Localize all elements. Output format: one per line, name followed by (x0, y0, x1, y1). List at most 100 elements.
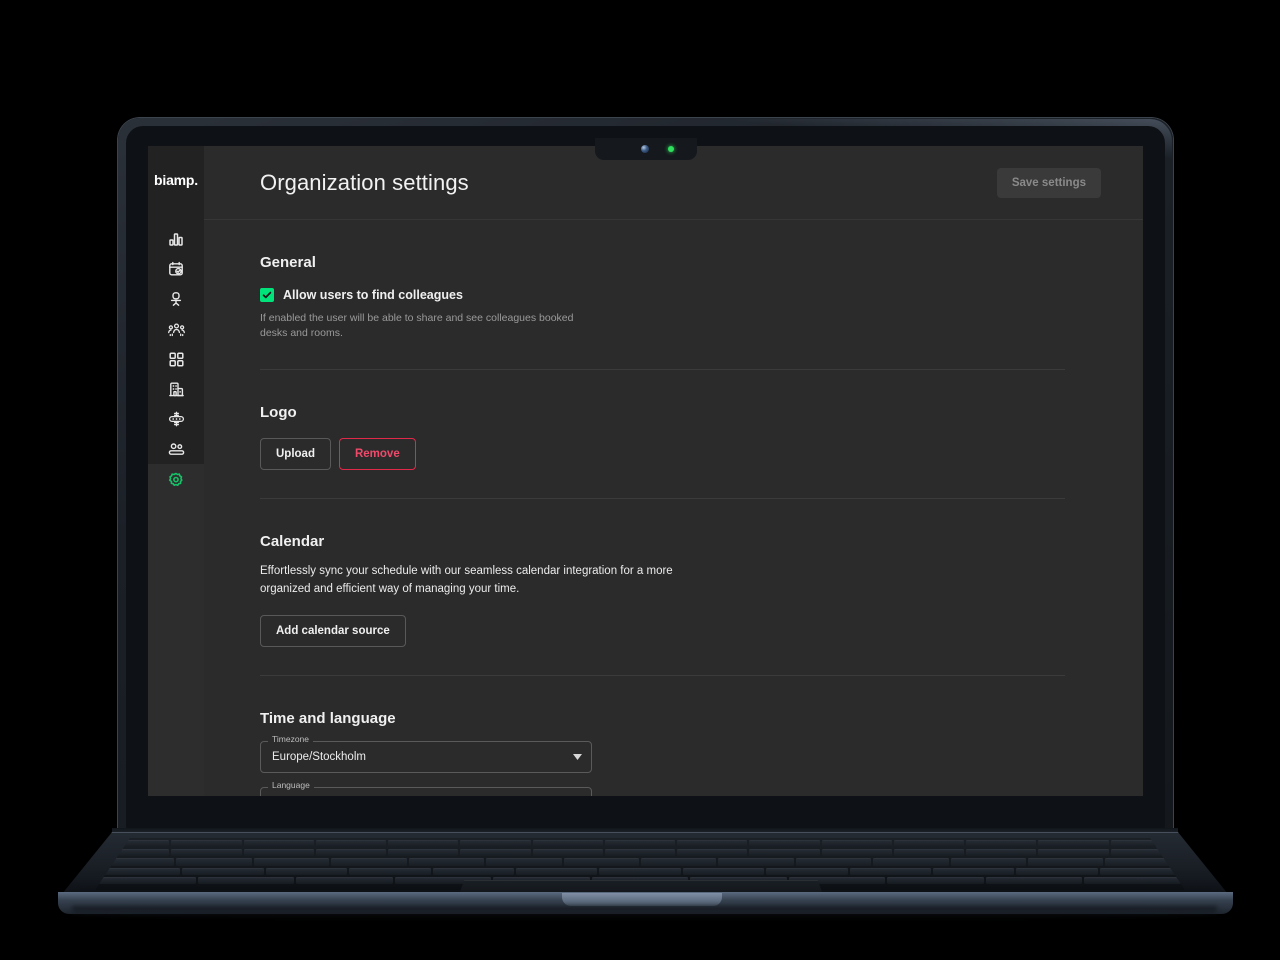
keyboard-key (388, 840, 459, 848)
sidebar-item-devices[interactable] (148, 404, 204, 434)
keyboard-key (315, 840, 387, 848)
keyboard-key (749, 849, 820, 857)
keyboard-key (887, 876, 984, 885)
language-label: Language (268, 781, 314, 790)
sidebar-item-settings[interactable] (148, 464, 204, 496)
calendar-check-icon (168, 261, 184, 277)
save-settings-button[interactable]: Save settings (996, 167, 1101, 198)
keyboard-key (243, 849, 314, 857)
keyboard-key (849, 867, 931, 875)
keyboard-key (766, 867, 848, 875)
device-panel-icon (168, 411, 185, 427)
users-icon (168, 442, 185, 457)
keyboard-key (265, 867, 348, 875)
add-calendar-source-button[interactable]: Add calendar source (260, 615, 406, 648)
grid-squares-icon (168, 351, 184, 367)
sidebar: biamp. (148, 146, 204, 796)
keyboard-key (408, 858, 485, 866)
logo-button-row: Upload Remove (260, 438, 1101, 471)
timezone-select[interactable]: Timezone Europe/Stockholm (260, 735, 592, 774)
keyboard-key (873, 858, 949, 866)
keyboard-key (486, 858, 562, 866)
keyboard-key (950, 858, 1027, 866)
laptop-screen: biamp. Organization settings Save settin… (148, 146, 1143, 796)
section-calendar: Calendar Effortlessly sync your schedule… (260, 499, 1101, 677)
keyboard-key (1038, 840, 1109, 848)
chevron-down-icon[interactable] (573, 741, 582, 773)
keyboard-key (604, 840, 676, 848)
screenshot-stage: biamp. Organization settings Save settin… (0, 0, 1280, 960)
keyboard-key (1084, 876, 1182, 885)
app-window: biamp. Organization settings Save settin… (148, 146, 1143, 796)
keyboard-key (1028, 858, 1104, 866)
sidebar-item-desks[interactable] (148, 284, 204, 314)
page-title: Organization settings (260, 169, 469, 195)
sidebar-item-users[interactable] (148, 434, 204, 464)
keyboard-key (893, 840, 965, 848)
timezone-label: Timezone (268, 735, 314, 744)
sidebar-nav (148, 224, 204, 496)
keyboard-key (604, 849, 676, 857)
bar-chart-icon (168, 231, 184, 247)
laptop-mockup: biamp. Organization settings Save settin… (0, 0, 1280, 960)
sidebar-item-buildings[interactable] (148, 374, 204, 404)
building-icon (168, 382, 184, 397)
keyboard-key (749, 840, 820, 848)
keyboard-key (821, 849, 892, 857)
keyboard-key (532, 840, 603, 848)
keyboard-key (243, 840, 314, 848)
keyboard-key (99, 876, 196, 885)
keyboard-key (985, 876, 1083, 885)
laptop-shadow (72, 906, 1217, 920)
sidebar-item-analytics[interactable] (148, 224, 204, 254)
keyboard-key (682, 867, 765, 875)
keyboard-key (182, 867, 264, 875)
allow-find-colleagues-checkbox[interactable] (260, 288, 274, 302)
section-time-language: Time and language Timezone Europe/Stockh… (260, 676, 1101, 796)
section-title-general: General (260, 254, 316, 271)
keyboard-key (349, 867, 431, 875)
brand-logo: biamp. (154, 172, 198, 188)
people-group-icon (167, 321, 185, 337)
keyboard-key (932, 867, 1015, 875)
camera-lens-icon (641, 145, 649, 153)
keyboard-row (99, 849, 1181, 857)
upload-logo-button[interactable]: Upload (260, 438, 331, 471)
keyboard-key (795, 858, 872, 866)
keyboard-key (1016, 867, 1098, 875)
keyboard-key (532, 849, 603, 857)
keyboard-key (640, 858, 717, 866)
keyboard-key (718, 858, 794, 866)
keyboard-key (171, 849, 242, 857)
section-logo: Logo Upload Remove (260, 370, 1101, 500)
keyboard-row (99, 867, 1182, 875)
chevron-down-icon[interactable] (573, 787, 582, 796)
sidebar-item-apps[interactable] (148, 344, 204, 374)
keyboard-key (176, 858, 252, 866)
keyboard-key (966, 849, 1037, 857)
keyboard-key (432, 867, 514, 875)
keyboard-key (599, 867, 681, 875)
check-icon (262, 291, 272, 299)
sidebar-item-bookings[interactable] (148, 254, 204, 284)
language-select[interactable]: Language English (260, 781, 592, 796)
keyboard-key (1099, 867, 1182, 875)
keyboard-key (388, 849, 459, 857)
keyboard-row (99, 858, 1181, 866)
keyboard-key (296, 876, 393, 885)
sidebar-item-spaces[interactable] (148, 314, 204, 344)
section-title-calendar: Calendar (260, 533, 325, 551)
keyboard-key (966, 840, 1037, 848)
calendar-description: Effortlessly sync your schedule with our… (260, 565, 673, 596)
timezone-value: Europe/Stockholm (272, 751, 366, 764)
gear-icon (168, 472, 184, 488)
keyboard-key (315, 849, 387, 857)
remove-logo-button[interactable]: Remove (338, 438, 416, 471)
status-led-icon (668, 146, 674, 152)
keyboard-key (821, 840, 892, 848)
section-title-time-language: Time and language (260, 710, 396, 728)
keyboard-row (99, 840, 1181, 848)
keyboard-key (677, 840, 748, 848)
keyboard-key (99, 867, 181, 875)
allow-find-colleagues-row: Allow users to find colleagues (260, 288, 1101, 302)
